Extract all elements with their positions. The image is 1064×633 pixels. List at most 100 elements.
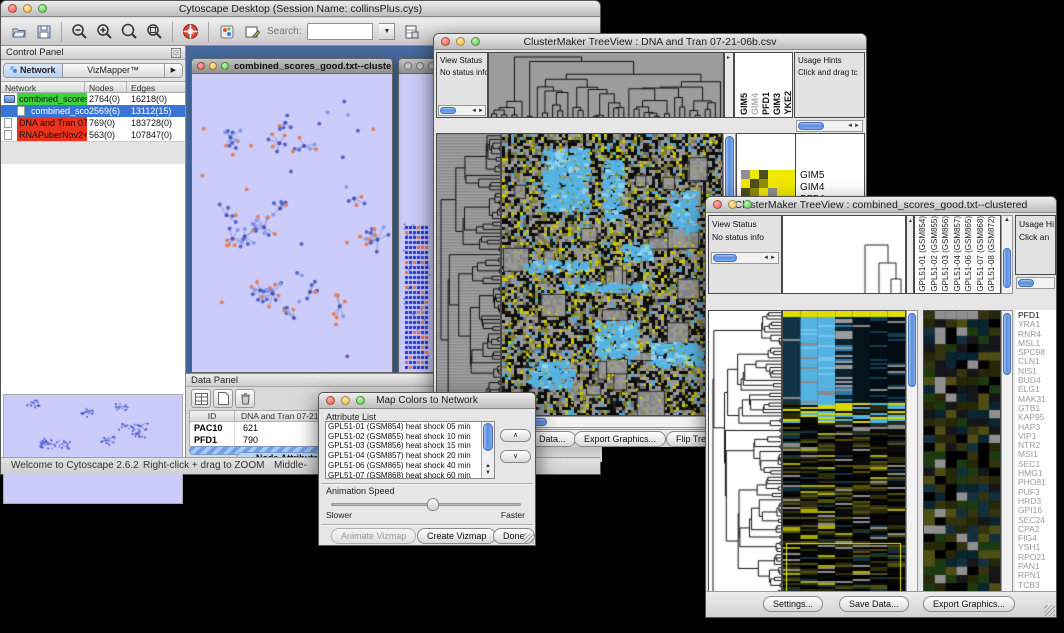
- tv1-heatmap[interactable]: [501, 133, 723, 416]
- minimize-icon[interactable]: [341, 396, 350, 405]
- attribute-item[interactable]: GPL51-06 (GSM865) heat shock 40 min: [326, 461, 494, 471]
- zoom-out-icon[interactable]: [70, 22, 89, 41]
- zoom-window-icon[interactable]: [743, 200, 752, 209]
- scroll-up-icon[interactable]: ▲: [1004, 217, 1010, 223]
- treeview1-titlebar[interactable]: ClusterMaker TreeView : DNA and Tran 07-…: [434, 34, 866, 50]
- tv2-settings-button[interactable]: Settings...: [763, 596, 823, 612]
- move-up-button[interactable]: ∧: [500, 429, 531, 442]
- zoom-fit-icon[interactable]: [145, 22, 164, 41]
- tv2-zoom-vscrollbar[interactable]: ▲ ▼: [1001, 310, 1013, 609]
- float-panel-icon[interactable]: ◲: [171, 48, 181, 58]
- tv2-heatmap[interactable]: [782, 310, 906, 609]
- network-canvas-1[interactable]: [192, 74, 392, 372]
- window-controls[interactable]: [197, 62, 229, 70]
- close-icon[interactable]: [713, 200, 722, 209]
- vizmap-icon[interactable]: [217, 22, 236, 41]
- network-table-row[interactable]: combined_scores 2764(0) 16218(0): [1, 93, 185, 105]
- network-table-row[interactable]: DNA and Tran 07 769(0) 183728(0): [1, 117, 185, 129]
- tv2-export-graphics-button[interactable]: Export Graphics...: [923, 596, 1015, 612]
- tv2-row-dendrogram[interactable]: [708, 310, 782, 609]
- network-window-1-titlebar[interactable]: combined_scores_good.txt--cluste...: [192, 59, 392, 74]
- tv1-hints-scrollbar[interactable]: ◄ ►: [796, 120, 863, 132]
- tv2-heatmap-vscrollbar[interactable]: ▲ ▼: [906, 310, 918, 609]
- window-controls[interactable]: [404, 62, 436, 70]
- zoom-selected-icon[interactable]: [120, 22, 139, 41]
- mini-heatmap-cell: [777, 170, 786, 179]
- tv2-splitter-strip[interactable]: ▲: [906, 215, 914, 294]
- tv2-status-scrollbar[interactable]: ◄ ►: [711, 252, 779, 264]
- map-colors-titlebar[interactable]: Map Colors to Network: [319, 393, 535, 409]
- zoom-window-icon[interactable]: [38, 4, 47, 13]
- import-table-icon[interactable]: [401, 22, 420, 41]
- annotation-icon[interactable]: [242, 22, 261, 41]
- window-controls[interactable]: [441, 37, 480, 46]
- attribute-item[interactable]: GPL51-03 (GSM856) heat shock 15 min: [326, 441, 494, 451]
- tv2-labels-scrollbar[interactable]: ▲: [1001, 215, 1013, 294]
- network-table-row[interactable]: combined_sco 2569(6) 13112(15): [1, 105, 185, 117]
- close-icon[interactable]: [441, 37, 450, 46]
- scroll-right-icon[interactable]: ►: [854, 123, 860, 129]
- resize-grip[interactable]: [1044, 605, 1055, 616]
- attribute-item[interactable]: GPL51-04 (GSM857) heat shock 20 min: [326, 451, 494, 461]
- minimize-icon[interactable]: [728, 200, 737, 209]
- help-lifering-icon[interactable]: [181, 22, 200, 41]
- scroll-left-icon[interactable]: ◄: [847, 123, 853, 129]
- move-down-button[interactable]: ∨: [500, 450, 531, 463]
- tv2-zoom-heatmap[interactable]: [923, 310, 1001, 609]
- create-vizmap-button[interactable]: Create Vizmap: [417, 528, 496, 544]
- scroll-up-icon[interactable]: ▲: [485, 463, 491, 469]
- zoom-window-icon[interactable]: [356, 396, 365, 405]
- tv1-status-scrollbar[interactable]: ◄ ►: [438, 105, 486, 116]
- network-table-row[interactable]: RNAPuberNov2+ 563(0) 107847(0): [1, 129, 185, 141]
- status-zoom-hint: Right-click + drag to ZOOM: [143, 460, 264, 471]
- tab-network[interactable]: Network: [4, 64, 63, 77]
- tv2-hints-scrollbar[interactable]: [1016, 277, 1055, 289]
- new-attribute-icon[interactable]: [213, 389, 233, 408]
- gene-label[interactable]: GIM4: [800, 182, 863, 194]
- zoom-window-icon[interactable]: [471, 37, 480, 46]
- gene-label[interactable]: GIM5: [800, 170, 863, 182]
- save-icon[interactable]: [34, 22, 53, 41]
- tv1-splitter-strip[interactable]: ▸: [724, 52, 734, 118]
- attribute-list-scrollbar[interactable]: ▲ ▼: [481, 422, 494, 478]
- slider-thumb[interactable]: [427, 498, 439, 511]
- resize-grip[interactable]: [523, 533, 534, 544]
- scroll-right-icon[interactable]: ►: [770, 255, 776, 261]
- tab-vizmapper[interactable]: VizMapper™: [63, 64, 165, 77]
- expand-arrow-icon[interactable]: ▸: [727, 55, 730, 61]
- scroll-down-icon[interactable]: ▼: [485, 470, 491, 476]
- zoom-in-icon[interactable]: [95, 22, 114, 41]
- window-controls[interactable]: [8, 4, 47, 13]
- scroll-left-icon[interactable]: ◄: [471, 108, 477, 114]
- open-file-icon[interactable]: [9, 22, 28, 41]
- animation-speed-slider[interactable]: [331, 503, 521, 506]
- window-controls[interactable]: [713, 200, 752, 209]
- close-icon[interactable]: [326, 396, 335, 405]
- tv2-save-data-button[interactable]: Save Data...: [839, 596, 909, 612]
- scroll-left-icon[interactable]: ◄: [763, 255, 769, 261]
- main-titlebar[interactable]: Cytoscape Desktop (Session Name: collins…: [1, 1, 600, 17]
- tv1-export-graphics-button[interactable]: Export Graphics...: [574, 431, 666, 447]
- network-overview-thumbnail[interactable]: [3, 394, 183, 504]
- expand-arrow-icon[interactable]: ▲: [908, 218, 913, 224]
- treeview2-titlebar[interactable]: ClusterMaker TreeView : combined_scores_…: [706, 197, 1056, 213]
- close-icon[interactable]: [8, 4, 17, 13]
- tab-overflow-arrow-icon[interactable]: ▶: [165, 64, 182, 77]
- search-dropdown-icon[interactable]: ▼: [379, 23, 395, 40]
- tv1-column-dendrogram[interactable]: [488, 52, 724, 118]
- scroll-right-icon[interactable]: ►: [478, 108, 484, 114]
- tv1-row-dendrogram[interactable]: [436, 133, 501, 416]
- minimize-icon[interactable]: [23, 4, 32, 13]
- select-attributes-icon[interactable]: [191, 389, 211, 408]
- attribute-item[interactable]: GPL51-01 (GSM854) heat shock 05 min: [326, 422, 494, 432]
- animate-vizmap-button[interactable]: Animate Vizmap: [331, 528, 416, 544]
- search-input[interactable]: [307, 23, 373, 40]
- tv2-column-dendrogram[interactable]: [782, 215, 906, 294]
- attribute-list[interactable]: GPL51-01 (GSM854) heat shock 05 minGPL51…: [325, 421, 495, 479]
- minimize-icon[interactable]: [456, 37, 465, 46]
- attribute-item[interactable]: GPL51-07 (GSM868) heat shock 60 min: [326, 471, 494, 479]
- delete-attribute-trash-icon[interactable]: [235, 389, 255, 408]
- window-controls[interactable]: [326, 396, 365, 405]
- attribute-item[interactable]: GPL51-02 (GSM855) heat shock 10 min: [326, 432, 494, 442]
- tv1-column-labels: GIM5GIM4PFD1GIM3YKE2PAC10: [734, 52, 793, 118]
